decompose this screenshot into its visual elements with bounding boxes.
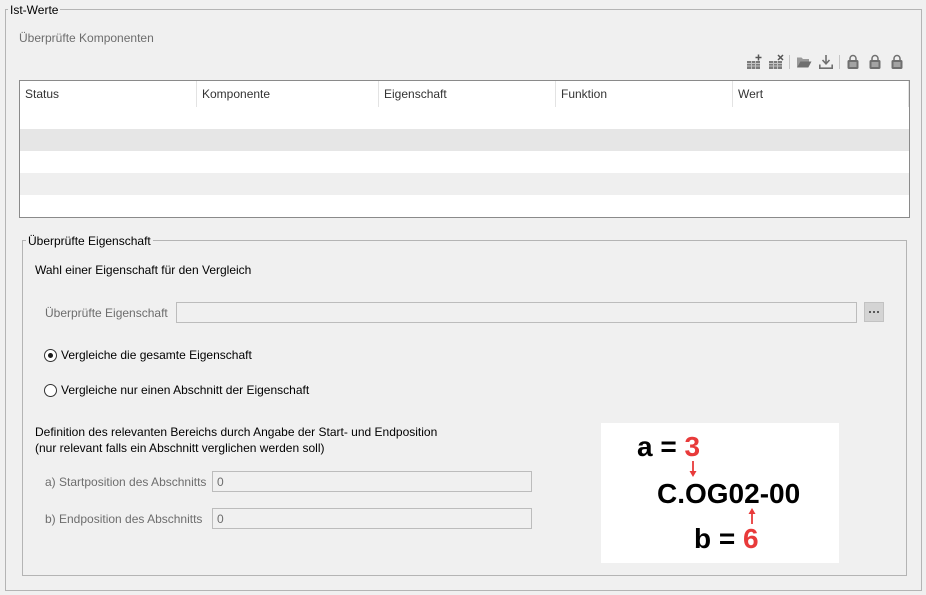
start-position-label: a) Startposition des Abschnitts <box>45 475 207 489</box>
property-field-label: Überprüfte Eigenschaft <box>45 306 168 320</box>
position-example-illustration: a = 3 C.OG02-00 b = 6 <box>601 423 839 563</box>
browse-property-button[interactable] <box>864 302 884 322</box>
down-arrow-icon <box>689 461 697 477</box>
checked-property-group: Überprüfte Eigenschaft Wahl einer Eigens… <box>0 0 926 595</box>
up-arrow-icon <box>748 508 756 524</box>
radio-button-circle[interactable] <box>44 349 57 362</box>
radio-compare-section[interactable]: Vergleiche nur einen Abschnitt der Eigen… <box>44 383 344 400</box>
end-position-input[interactable] <box>212 508 532 529</box>
range-description-line-2: (nur relevant falls ein Abschnitt vergli… <box>35 441 325 455</box>
radio-button-circle[interactable] <box>44 384 57 397</box>
ist-werte-group: Ist-Werte Überprüfte Komponenten Status … <box>0 0 926 595</box>
radio-compare-whole-property[interactable]: Vergleiche die gesamte Eigenschaft <box>44 348 344 365</box>
radio-compare-section-label: Vergleiche nur einen Abschnitt der Eigen… <box>61 383 310 397</box>
ellipsis-icon <box>869 311 879 313</box>
start-position-input[interactable] <box>212 471 532 492</box>
checked-property-group-title: Überprüfte Eigenschaft <box>26 233 153 249</box>
end-position-label: b) Endposition des Abschnitts <box>45 512 203 526</box>
radio-compare-whole-label: Vergleiche die gesamte Eigenschaft <box>61 348 252 362</box>
property-input[interactable] <box>176 302 857 323</box>
property-selection-intro: Wahl einer Eigenschaft für den Vergleich <box>35 263 252 277</box>
range-description-line-1: Definition des relevanten Bereichs durch… <box>35 425 438 439</box>
illustration-arrows <box>689 461 756 524</box>
